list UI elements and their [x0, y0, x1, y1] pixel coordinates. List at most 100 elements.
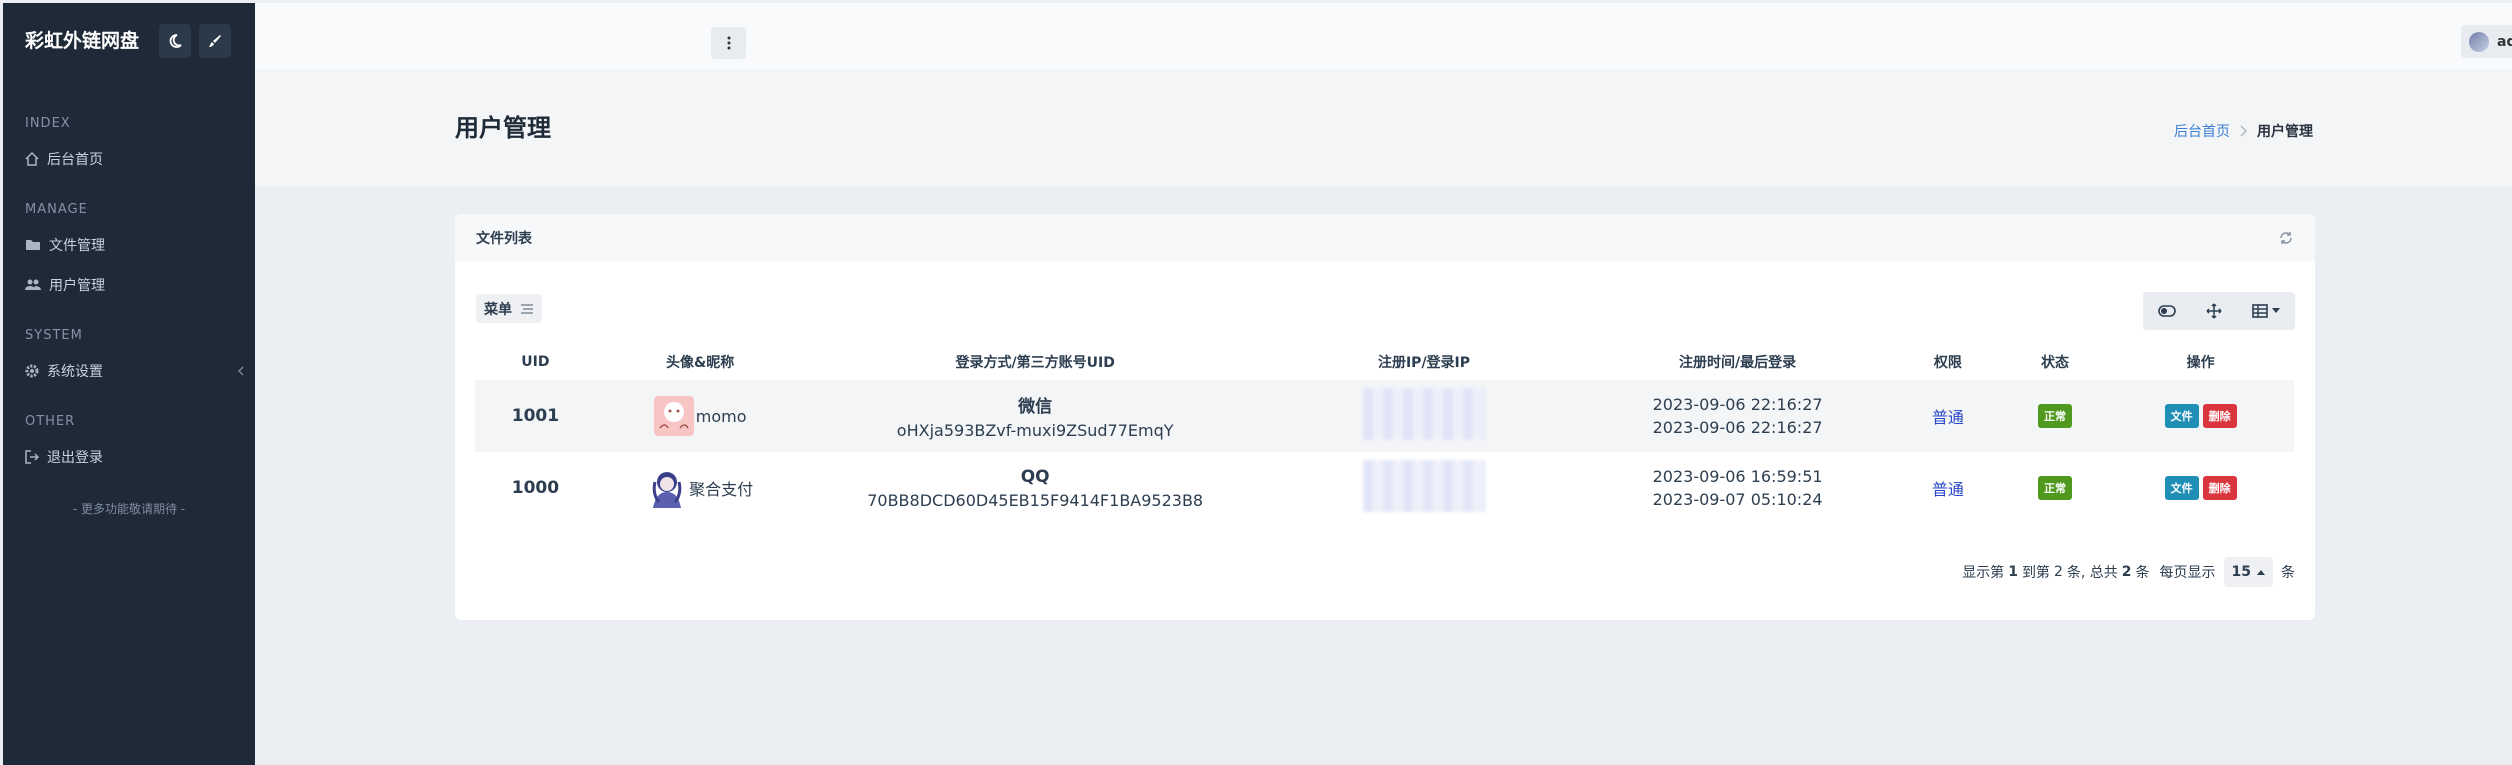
- caret-up-icon: [2257, 570, 2265, 575]
- folder-icon: [26, 240, 40, 250]
- status-badge[interactable]: 正常: [2038, 404, 2073, 428]
- login-uid: oHXja593BZvf-muxi9ZSud77EmqY: [896, 421, 1174, 440]
- col-status: 状态: [2041, 355, 2070, 371]
- top-bar: admin: [255, 3, 2512, 71]
- status-badge[interactable]: 正常: [2038, 476, 2073, 500]
- section-other: OTHER: [25, 414, 76, 429]
- sidebar-item-settings[interactable]: 系统设置: [25, 359, 245, 383]
- theme-button[interactable]: [199, 24, 231, 58]
- status-cell: 正常: [2003, 452, 2107, 524]
- refresh-icon[interactable]: [2277, 229, 2295, 247]
- pagination-from: 1: [2008, 564, 2018, 580]
- section-index: INDEX: [25, 116, 71, 131]
- col-ip: 注册IP/登录IP: [1377, 355, 1471, 371]
- uid-cell: 1000: [511, 478, 560, 498]
- pagination-info: 显示第 1 到第 2 条, 总共 2 条 每页显示 15 条: [1962, 557, 2295, 587]
- files-button[interactable]: 文件: [2164, 404, 2199, 428]
- pagination-text: 每页显示: [2159, 565, 2216, 581]
- sidebar-item-files[interactable]: 文件管理: [25, 233, 105, 257]
- breadcrumb-home-link[interactable]: 后台首页: [2174, 121, 2230, 141]
- reg-time: 2023-09-06 16:59:51: [1652, 467, 1823, 486]
- card-title: 文件列表: [455, 214, 2315, 262]
- caret-down-icon: [2272, 308, 2280, 313]
- time-cell: 2023-09-06 22:16:27 2023-09-06 22:16:27: [1582, 380, 1894, 452]
- blurred-ip: [1363, 388, 1485, 440]
- avatar: [2469, 31, 2489, 52]
- level-link[interactable]: 普通: [1893, 452, 2003, 524]
- sidebar-item-logout[interactable]: 退出登录: [25, 445, 103, 469]
- login-type: QQ: [1020, 466, 1050, 487]
- files-button[interactable]: 文件: [2164, 476, 2199, 500]
- login-cell: QQ 70BB8DCD60D45EB15F9414F1BA9523B8: [805, 452, 1266, 524]
- pagination-total: 2: [2121, 564, 2132, 580]
- user-menu-button[interactable]: admin: [2461, 25, 2512, 58]
- sidebar-item-label: 系统设置: [47, 364, 103, 380]
- page-title: 用户管理: [455, 114, 551, 142]
- ip-cell: [1266, 452, 1582, 524]
- logout-icon: [25, 450, 39, 464]
- dark-mode-button[interactable]: [159, 24, 191, 58]
- last-login: 2023-09-07 05:10:24: [1652, 490, 1823, 509]
- time-cell: 2023-09-06 16:59:51 2023-09-07 05:10:24: [1582, 452, 1893, 524]
- col-actions: 操作: [2186, 355, 2215, 371]
- uid-cell: 1001: [475, 380, 596, 452]
- sidebar-item-label: 用户管理: [49, 278, 105, 294]
- sidebar-item-home[interactable]: 后台首页: [25, 147, 103, 171]
- columns-button[interactable]: [2252, 304, 2280, 318]
- brush-icon: [209, 35, 221, 47]
- menu-label: 菜单: [484, 301, 512, 318]
- home-icon: [25, 152, 39, 166]
- kebab-icon: [727, 36, 730, 50]
- pagination-text: 条: [2135, 565, 2150, 581]
- sidebar-item-label: 文件管理: [49, 238, 105, 254]
- status-cell: 正常: [2002, 380, 2108, 452]
- last-login: 2023-09-06 22:16:27: [1652, 418, 1823, 437]
- moon-icon: [169, 34, 182, 48]
- table-icon: [2252, 304, 2268, 318]
- level-link[interactable]: 普通: [1893, 380, 2003, 452]
- col-level: 权限: [1933, 355, 1962, 371]
- table-menu-button[interactable]: 菜单: [476, 294, 542, 323]
- col-avatar: 头像&昵称: [666, 355, 735, 371]
- more-features-note: - 更多功能敬请期待 -: [72, 502, 186, 516]
- login-cell: 微信 oHXja593BZvf-muxi9ZSud77EmqY: [804, 380, 1266, 452]
- ip-cell: [1265, 380, 1583, 452]
- chevron-left-icon: [238, 366, 244, 376]
- col-uid[interactable]: UID: [475, 344, 596, 380]
- pagination-to: 2: [2053, 564, 2063, 580]
- avatar: [653, 396, 694, 436]
- delete-button[interactable]: 删除: [2202, 404, 2237, 428]
- page-size-value: 15: [2231, 564, 2251, 580]
- more-menu-button[interactable]: [711, 27, 746, 59]
- pagination-text: 到第: [2021, 565, 2050, 581]
- breadcrumb-current: 用户管理: [2257, 124, 2313, 140]
- section-system: SYSTEM: [25, 328, 83, 343]
- nickname: 聚合支付: [689, 480, 754, 499]
- sidebar-item-label: 后台首页: [47, 152, 103, 168]
- toggle-icon[interactable]: [2158, 305, 2176, 317]
- reg-time: 2023-09-06 22:16:27: [1652, 395, 1823, 414]
- pagination-text: 条: [2281, 565, 2295, 581]
- avatar: [652, 472, 682, 508]
- section-manage: MANAGE: [25, 202, 88, 217]
- col-login: 登录方式/第三方账号UID: [955, 355, 1115, 371]
- actions-cell: 文件 删除: [2107, 380, 2294, 452]
- table-row: 1001 momo 微信 oHXja593BZvf-muxi9ZSud77Emq…: [475, 380, 2294, 452]
- brand-title: 彩虹外链网盘: [25, 30, 140, 52]
- gear-icon: [25, 364, 39, 378]
- move-icon[interactable]: [2206, 303, 2222, 319]
- pagination-text: 条, 总共: [2066, 565, 2118, 581]
- card-title-text: 文件列表: [476, 231, 532, 247]
- pagination-text: 显示第: [1962, 565, 2005, 581]
- users-icon: [25, 279, 41, 290]
- nickname: momo: [695, 406, 747, 426]
- col-time: 注册时间/最后登录: [1679, 355, 1797, 371]
- chevron-right-icon: [2240, 125, 2247, 137]
- breadcrumb: 后台首页 用户管理: [2174, 121, 2313, 141]
- delete-button[interactable]: 删除: [2202, 476, 2237, 500]
- user-table: UID 头像&昵称 登录方式/第三方账号UID 注册IP/登录IP 注册时间/最…: [475, 344, 2294, 524]
- page-size-select[interactable]: 15: [2223, 557, 2273, 587]
- sidebar-item-users[interactable]: 用户管理: [25, 273, 105, 297]
- user-name: admin: [2497, 33, 2512, 50]
- login-uid: 70BB8DCD60D45EB15F9414F1BA9523B8: [867, 490, 1204, 510]
